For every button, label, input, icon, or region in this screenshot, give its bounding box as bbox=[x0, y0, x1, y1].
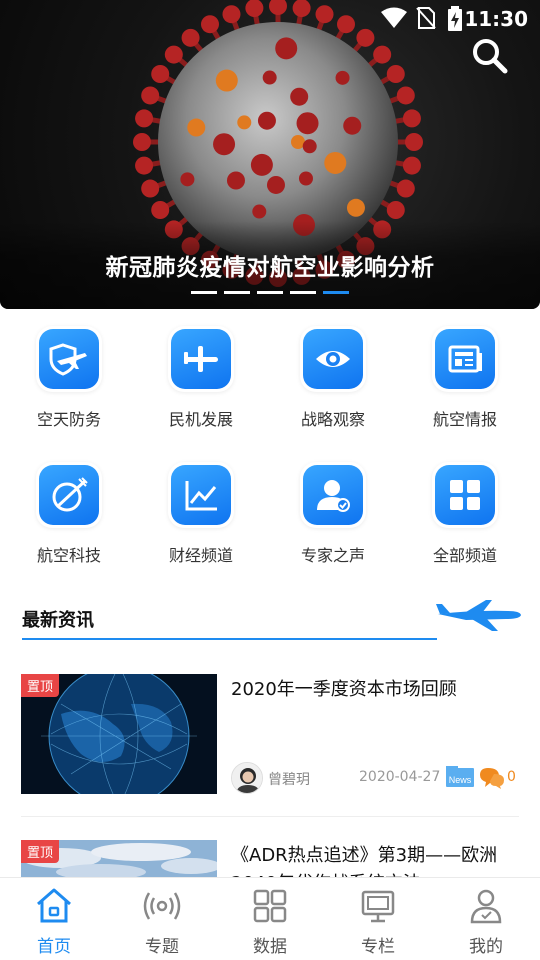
section-underline bbox=[22, 638, 437, 640]
orbit-plane-icon bbox=[52, 477, 88, 512]
publish-date: 2020-04-27 bbox=[359, 769, 441, 785]
shield-plane-icon bbox=[49, 343, 87, 376]
tab-profile[interactable]: 我的 bbox=[432, 878, 540, 960]
tab-label: 专栏 bbox=[361, 937, 395, 957]
tab-label: 专题 bbox=[145, 937, 179, 957]
menu-item-aviation-tech[interactable]: 航空科技 bbox=[3, 462, 135, 566]
news-tag-icon: News bbox=[446, 766, 474, 787]
menu-label: 财经频道 bbox=[168, 546, 233, 565]
pinned-badge: 置顶 bbox=[21, 840, 60, 863]
grid-icon bbox=[253, 889, 287, 923]
tab-columns[interactable]: 专栏 bbox=[324, 878, 432, 960]
battery-charging-icon bbox=[448, 6, 462, 31]
no-sim-icon bbox=[416, 7, 436, 29]
tab-home[interactable]: 首页 bbox=[0, 878, 108, 960]
carousel-dot[interactable] bbox=[224, 291, 250, 294]
line-chart-icon bbox=[185, 481, 217, 511]
wifi-icon bbox=[381, 7, 407, 28]
menu-item-all-channels[interactable]: 全部频道 bbox=[399, 462, 531, 566]
carousel-dot[interactable] bbox=[290, 291, 316, 294]
airplane-decoration-icon bbox=[436, 600, 521, 631]
menu-item-aerospace-defense[interactable]: 空天防务 bbox=[3, 326, 135, 430]
carousel-dot[interactable] bbox=[257, 291, 283, 294]
author-avatar[interactable] bbox=[231, 762, 263, 794]
menu-label: 航空科技 bbox=[36, 546, 101, 565]
newspaper-icon bbox=[448, 345, 482, 373]
menu-label: 专家之声 bbox=[300, 546, 365, 565]
news-item[interactable]: 置顶 2020年一季度资本市场回顾 曾碧玥 2020-04-27 News 0 bbox=[21, 674, 521, 796]
menu-label: 民机发展 bbox=[168, 410, 233, 429]
grid-icon bbox=[450, 480, 480, 510]
news-tag-text: News bbox=[449, 775, 472, 785]
broadcast-icon bbox=[143, 892, 181, 920]
divider bbox=[21, 816, 519, 817]
news-meta: 曾碧玥 2020-04-27 News 0 bbox=[231, 762, 523, 794]
tab-label: 数据 bbox=[253, 937, 287, 957]
search-icon[interactable] bbox=[470, 36, 510, 76]
pinned-badge: 置顶 bbox=[21, 674, 60, 697]
menu-label: 战略观察 bbox=[300, 410, 365, 429]
hero-banner[interactable]: 新冠肺炎疫情对航空业影响分析 bbox=[0, 0, 540, 309]
carousel-dot[interactable] bbox=[191, 291, 217, 294]
tab-label: 首页 bbox=[37, 937, 71, 957]
bottom-tab-bar: 首页 专题 数据 专栏 我的 bbox=[0, 877, 540, 960]
tab-data[interactable]: 数据 bbox=[216, 878, 324, 960]
monitor-icon bbox=[361, 890, 395, 923]
comment-count: 0 bbox=[507, 769, 516, 785]
clock: 11:30 bbox=[464, 7, 528, 31]
news-thumbnail[interactable]: 置顶 bbox=[21, 840, 217, 877]
menu-label: 空天防务 bbox=[36, 410, 101, 429]
user-icon bbox=[470, 889, 502, 924]
tab-topics[interactable]: 专题 bbox=[108, 878, 216, 960]
section-header: 最新资讯 bbox=[22, 600, 522, 644]
menu-item-aviation-intel[interactable]: 航空情报 bbox=[399, 326, 531, 430]
menu-label: 航空情报 bbox=[432, 410, 497, 429]
banner-title[interactable]: 新冠肺炎疫情对航空业影响分析 bbox=[0, 248, 540, 282]
menu-item-civil-aviation[interactable]: 民机发展 bbox=[135, 326, 267, 430]
airplane-icon bbox=[184, 346, 218, 372]
carousel-dot-active[interactable] bbox=[323, 291, 349, 294]
news-title[interactable]: 《ADR热点追述》第3期——欧洲2040年代作战系统方法 bbox=[231, 842, 521, 877]
menu-item-expert-voice[interactable]: 专家之声 bbox=[267, 462, 399, 566]
tab-label: 我的 bbox=[469, 937, 503, 957]
menu-item-strategic-watch[interactable]: 战略观察 bbox=[267, 326, 399, 430]
news-item[interactable]: 置顶 《ADR热点追述》第3期——欧洲2040年代作战系统方法 bbox=[21, 840, 521, 877]
status-bar: 11:30 bbox=[0, 0, 540, 36]
comment-icon[interactable] bbox=[479, 766, 505, 790]
home-icon bbox=[37, 888, 71, 923]
menu-item-finance[interactable]: 财经频道 bbox=[135, 462, 267, 566]
news-thumbnail[interactable]: 置顶 bbox=[21, 674, 217, 794]
section-title: 最新资讯 bbox=[22, 610, 94, 631]
author-name[interactable]: 曾碧玥 bbox=[268, 769, 310, 789]
eye-icon bbox=[316, 351, 350, 367]
carousel-indicator bbox=[0, 291, 540, 294]
menu-label: 全部频道 bbox=[432, 546, 497, 565]
expert-icon bbox=[317, 480, 350, 512]
news-title[interactable]: 2020年一季度资本市场回顾 bbox=[231, 676, 523, 704]
